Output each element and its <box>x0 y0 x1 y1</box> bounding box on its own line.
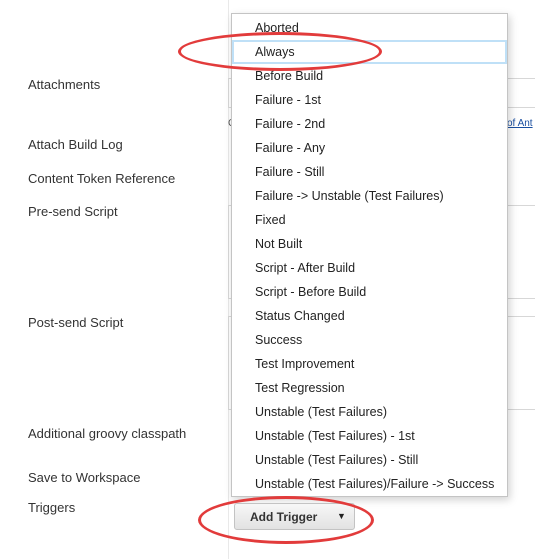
attach-build-log-label: Attach Build Log <box>28 137 123 152</box>
content-token-reference-label: Content Token Reference <box>28 171 176 186</box>
menu-item-unstable-test-failures[interactable]: Unstable (Test Failures) <box>232 400 507 424</box>
menu-item-before-build[interactable]: Before Build <box>232 64 507 88</box>
menu-item-failure-still[interactable]: Failure - Still <box>232 160 507 184</box>
menu-item-unstable-test-failures-still[interactable]: Unstable (Test Failures) - Still <box>232 448 507 472</box>
add-trigger-label: Add Trigger <box>250 510 318 524</box>
menu-item-failure-unstable-test-failures[interactable]: Failure -> Unstable (Test Failures) <box>232 184 507 208</box>
menu-item-failure-1st[interactable]: Failure - 1st <box>232 88 507 112</box>
triggers-label: Triggers <box>28 500 76 515</box>
menu-item-unstable-test-failures-failure-success[interactable]: Unstable (Test Failures)/Failure -> Succ… <box>232 472 507 496</box>
post-send-script-label: Post-send Script <box>28 315 124 330</box>
add-trigger-button[interactable]: Add Trigger ▼ <box>234 503 355 530</box>
menu-item-unstable-test-failures-1st[interactable]: Unstable (Test Failures) - 1st <box>232 424 507 448</box>
menu-item-not-built[interactable]: Not Built <box>232 232 507 256</box>
menu-item-aborted[interactable]: Aborted <box>232 16 507 40</box>
menu-item-test-improvement[interactable]: Test Improvement <box>232 352 507 376</box>
menu-item-script-before-build[interactable]: Script - Before Build <box>232 280 507 304</box>
menu-item-failure-2nd[interactable]: Failure - 2nd <box>232 112 507 136</box>
menu-item-failure-any[interactable]: Failure - Any <box>232 136 507 160</box>
menu-item-test-regression[interactable]: Test Regression <box>232 376 507 400</box>
caret-down-icon: ▼ <box>337 511 346 521</box>
additional-groovy-classpath-label: Additional groovy classpath <box>28 426 187 441</box>
menu-item-script-after-build[interactable]: Script - After Build <box>232 256 507 280</box>
menu-item-status-changed[interactable]: Status Changed <box>232 304 507 328</box>
menu-item-always[interactable]: Always <box>232 40 507 64</box>
menu-item-fixed[interactable]: Fixed <box>232 208 507 232</box>
menu-item-success[interactable]: Success <box>232 328 507 352</box>
pre-send-script-label: Pre-send Script <box>28 204 118 219</box>
attachments-label: Attachments <box>28 77 101 92</box>
ant-docs-link[interactable]: of Ant <box>507 118 533 129</box>
save-to-workspace-label: Save to Workspace <box>28 470 141 485</box>
trigger-type-dropdown-menu: Aborted Always Before Build Failure - 1st Fa… <box>231 13 508 497</box>
